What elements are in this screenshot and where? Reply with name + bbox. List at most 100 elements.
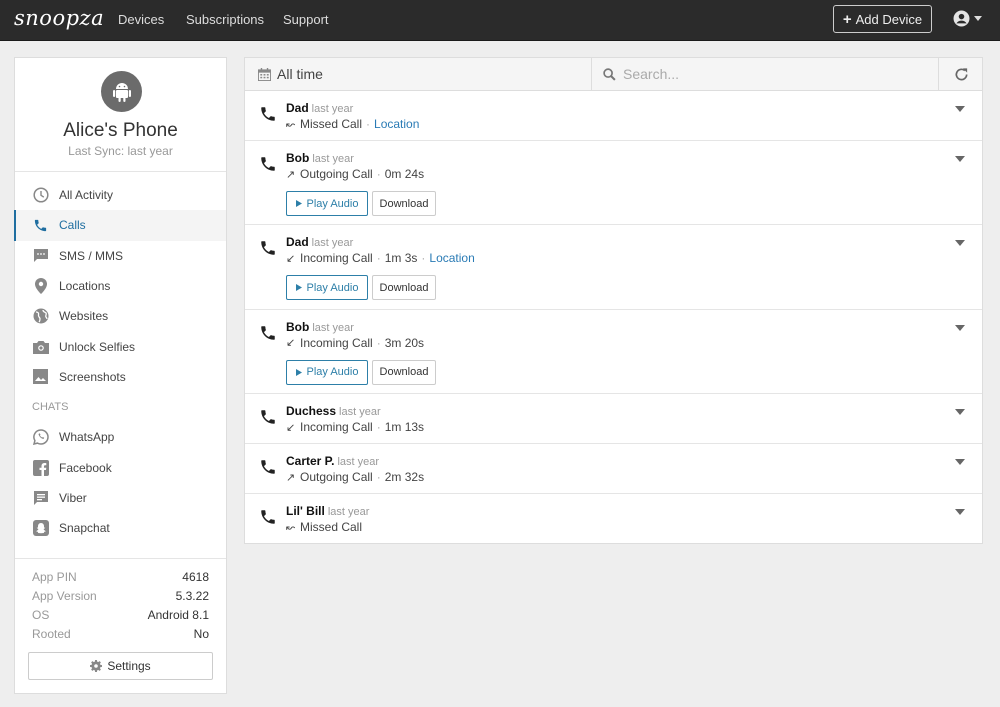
phone-icon <box>261 326 275 340</box>
settings-button[interactable]: Settings <box>28 652 213 680</box>
download-button[interactable]: Download <box>372 191 436 217</box>
call-detail: ↙ Incoming Call · 1m 3s · Location <box>286 251 475 265</box>
incoming-arrow-icon: ↙ <box>286 252 296 265</box>
phone-icon <box>261 410 275 424</box>
date-filter[interactable]: All time <box>245 58 592 90</box>
sidebar-item-label: Viber <box>59 490 87 505</box>
call-row[interactable]: Bob last year ↗ Outgoing Call · 0m 24s Pla… <box>245 141 982 226</box>
call-detail: ↙ Incoming Call · 3m 20s <box>286 336 424 350</box>
play-audio-button[interactable]: Play Audio <box>286 359 368 385</box>
nav-devices[interactable]: Devices <box>118 12 164 27</box>
search-input[interactable] <box>623 66 923 82</box>
sidebar-item-unlock-selfies[interactable]: Unlock Selfies <box>15 331 226 361</box>
user-menu[interactable] <box>953 10 982 27</box>
sidebar-item-calls[interactable]: Calls <box>14 210 226 241</box>
viber-icon <box>32 489 49 506</box>
sidebar-item-sms[interactable]: SMS / MMS <box>15 241 226 271</box>
caret-down-icon[interactable] <box>955 408 965 416</box>
sidebar-item-viber[interactable]: Viber <box>15 483 226 513</box>
sidebar-item-label: Websites <box>59 309 109 324</box>
camera-icon <box>32 338 49 355</box>
info-row-os: OS Android 8.1 <box>32 605 209 624</box>
image-icon <box>32 368 49 385</box>
info-key: App Version <box>32 588 97 603</box>
caret-down-icon[interactable] <box>955 239 965 247</box>
contact-name: Bob <box>286 151 310 166</box>
call-duration: 2m 32s <box>384 470 425 485</box>
info-key: Rooted <box>32 626 71 641</box>
outgoing-arrow-icon: ↗ <box>286 471 296 484</box>
call-row[interactable]: Bob last year ↙ Incoming Call · 3m 20s Pla… <box>245 310 982 395</box>
phone-icon <box>261 157 275 171</box>
call-detail: ↗ Outgoing Call · 2m 32s <box>286 470 424 484</box>
brand-logo[interactable]: snoopza <box>14 6 104 30</box>
call-header: Bob last year <box>286 151 354 165</box>
info-value: 5.3.22 <box>175 588 209 603</box>
call-row[interactable]: Lil' Bill last year ↜ Missed Call <box>245 494 982 544</box>
play-audio-label: Play Audio <box>306 281 359 294</box>
phone-icon <box>261 510 275 525</box>
download-button[interactable]: Download <box>372 359 436 385</box>
caret-down-icon[interactable] <box>955 155 965 163</box>
calls-panel: All time Dadlast year ↜ Missed Call ·Loc… <box>244 57 983 544</box>
nav-subscriptions[interactable]: Subscriptions <box>186 12 264 27</box>
caret-down-icon[interactable] <box>955 324 965 332</box>
caret-down-icon[interactable] <box>955 458 965 466</box>
info-value: 4618 <box>182 569 209 584</box>
location-link[interactable]: Location <box>429 251 474 265</box>
sidebar-item-label: SMS / MMS <box>59 248 124 263</box>
separator: · <box>376 470 381 485</box>
play-audio-button[interactable]: Play Audio <box>286 191 368 217</box>
info-row-app-pin: App PIN 4618 <box>32 567 209 586</box>
contact-name: Lil' Bill <box>286 504 325 519</box>
location-link[interactable]: Location <box>374 117 419 131</box>
missed-call-icon: ↜ <box>286 118 296 131</box>
user-circle-icon <box>953 10 970 27</box>
caret-down-icon[interactable] <box>955 508 965 516</box>
search-icon <box>603 67 616 81</box>
incoming-arrow-icon: ↙ <box>286 337 296 350</box>
call-timestamp: last year <box>337 456 380 469</box>
filter-bar: All time <box>245 58 982 91</box>
play-audio-label: Play Audio <box>306 366 359 379</box>
device-info: App PIN 4618 App Version 5.3.22 OS Android … <box>15 558 226 643</box>
play-icon <box>295 368 302 376</box>
search-box <box>593 58 938 90</box>
add-device-label: Add Device <box>855 11 923 27</box>
call-type: Outgoing Call <box>300 167 373 182</box>
call-row[interactable]: Carter P. last year ↗ Outgoing Call · 2m 3… <box>245 444 982 495</box>
clock-icon <box>32 187 49 204</box>
gear-icon <box>90 660 103 672</box>
info-row-rooted: Rooted No <box>32 624 209 643</box>
nav-support[interactable]: Support <box>283 12 329 27</box>
device-name: Alice's Phone <box>63 120 178 141</box>
call-row[interactable]: Dad last year ↜ Missed Call · Location <box>245 91 982 142</box>
facebook-icon <box>32 459 49 476</box>
refresh-button[interactable] <box>938 58 983 90</box>
sidebar-item-snapchat[interactable]: Snapchat <box>15 513 226 543</box>
sidebar-item-websites[interactable]: Websites <box>15 301 226 331</box>
sidebar-item-all-activity[interactable]: All Activity <box>15 180 226 210</box>
info-row-app-version: App Version 5.3.22 <box>32 586 209 605</box>
play-audio-button[interactable]: Play Audio <box>286 275 368 301</box>
contact-name: Duchess <box>286 404 337 419</box>
call-row[interactable]: Duchess last year ↙ Incoming Call · 1m 13s <box>245 394 982 445</box>
separator: · <box>366 117 371 131</box>
phone-icon <box>261 241 275 256</box>
sidebar-item-label: Screenshots <box>59 369 126 384</box>
date-filter-label: All time <box>277 66 323 82</box>
sidebar-item-screenshots[interactable]: Screenshots <box>15 362 226 392</box>
sidebar-item-locations[interactable]: Locations <box>15 271 226 301</box>
last-sync: Last Sync: last year <box>68 144 173 158</box>
add-device-button[interactable]: + Add Device <box>833 5 932 33</box>
call-row[interactable]: Dad last year ↙ Incoming Call · 1m 3s · Loca… <box>245 225 982 310</box>
sidebar-item-facebook[interactable]: Facebook <box>15 452 226 482</box>
outgoing-arrow-icon: ↗ <box>286 168 296 181</box>
caret-down-icon[interactable] <box>955 105 965 113</box>
sidebar-item-label: All Activity <box>59 188 114 203</box>
download-button[interactable]: Download <box>372 275 436 301</box>
sidebar-item-whatsapp[interactable]: WhatsApp <box>15 422 226 452</box>
call-list: Dad last year ↜ Missed Call · Location Bob… <box>245 91 982 545</box>
sidebar-item-label: Calls <box>59 218 86 233</box>
separator: · <box>376 420 381 435</box>
